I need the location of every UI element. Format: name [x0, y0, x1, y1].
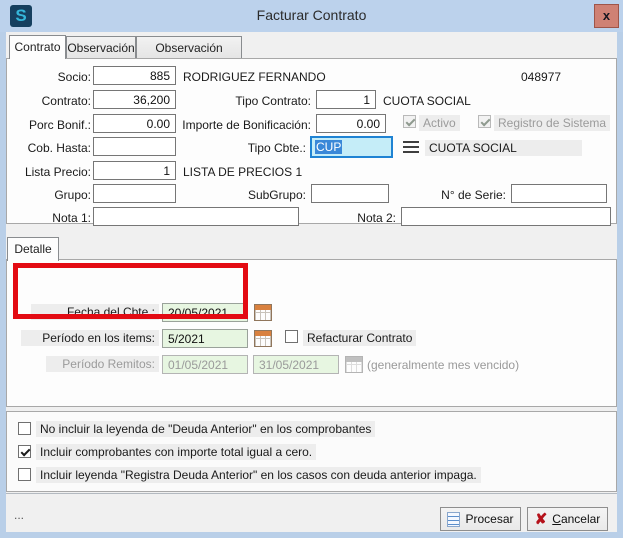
registro-sistema-checkbox: [478, 115, 491, 128]
periodo-remitos-from-input: [162, 355, 248, 374]
fecha-cbte-input[interactable]: [162, 303, 248, 322]
periodo-items-calendar-icon[interactable]: [254, 330, 272, 347]
socio-code-text: 048977: [521, 70, 561, 84]
contrato-panel: Socio: RODRIGUEZ FERNANDO 048977 Contrat…: [6, 58, 617, 224]
tipo-contrato-desc: CUOTA SOCIAL: [383, 94, 471, 108]
tab-observacion-factura[interactable]: Observación Factura: [136, 36, 242, 59]
option-incluir-leyenda-registra-label: Incluir leyenda "Registra Deuda Anterior…: [36, 467, 481, 483]
tipo-cbte-input[interactable]: CUP: [310, 136, 393, 158]
option-incluir-cero-checkbox[interactable]: [18, 445, 31, 458]
grupo-label: Grupo:: [11, 188, 91, 202]
dialog-body: Contrato Observación Observación Factura…: [6, 32, 617, 532]
periodo-remitos-label: Período Remitos:: [46, 356, 159, 372]
nota2-input[interactable]: [401, 207, 611, 226]
detalle-panel: Fecha del Cbte.: Período en los items: R…: [6, 259, 617, 407]
procesar-document-icon: [447, 512, 460, 527]
subgrupo-input[interactable]: [311, 184, 389, 203]
option-no-incluir-leyenda-label: No incluir la leyenda de "Deuda Anterior…: [36, 421, 375, 437]
contrato-input[interactable]: [93, 90, 176, 109]
close-icon[interactable]: x: [594, 4, 619, 28]
cob-hasta-input[interactable]: [93, 137, 176, 156]
procesar-button-label: Procesar: [465, 512, 513, 526]
socio-label: Socio:: [11, 70, 91, 84]
tab-detalle-label: Detalle: [14, 242, 51, 256]
periodo-remitos-to-input: [253, 355, 339, 374]
option-no-incluir-leyenda-checkbox[interactable]: [18, 422, 31, 435]
tab-observacion[interactable]: Observación: [66, 36, 136, 59]
nota2-label: Nota 2:: [316, 211, 396, 225]
nro-serie-label: N° de Serie:: [421, 188, 506, 202]
tipo-cbte-menu-icon[interactable]: [403, 141, 419, 153]
lista-precio-desc: LISTA DE PRECIOS 1: [183, 165, 302, 179]
tipo-cbte-selected-text: CUP: [315, 140, 342, 154]
socio-name-text: RODRIGUEZ FERNANDO: [183, 70, 326, 84]
tab-contrato-label: Contrato: [14, 40, 60, 54]
lista-precio-input[interactable]: [93, 161, 176, 180]
periodo-remitos-calendar-icon: [345, 356, 363, 373]
porc-bonif-label: Porc Bonif.:: [11, 118, 91, 132]
contrato-label: Contrato:: [11, 94, 91, 108]
registro-sistema-label: Registro de Sistema: [494, 115, 610, 131]
cancel-x-icon: ✘: [535, 512, 548, 527]
subgrupo-label: SubGrupo:: [226, 188, 306, 202]
dialog-title: Facturar Contrato: [0, 7, 623, 23]
refacturar-label: Refacturar Contrato: [303, 330, 416, 346]
option-incluir-cero-label: Incluir comprobantes con importe total i…: [36, 444, 316, 460]
periodo-items-input[interactable]: [162, 329, 248, 348]
status-text: ...: [14, 508, 24, 522]
facturar-contrato-dialog: S Facturar Contrato x Contrato Observaci…: [0, 0, 623, 538]
importe-bonif-input[interactable]: [316, 114, 386, 133]
tab-observacion-label: Observación: [67, 41, 134, 55]
refacturar-checkbox[interactable]: [285, 330, 298, 343]
nota1-label: Nota 1:: [11, 211, 91, 225]
cancelar-button[interactable]: ✘ Cancelar: [527, 507, 608, 531]
option-incluir-leyenda-registra-checkbox[interactable]: [18, 468, 31, 481]
nota1-input[interactable]: [93, 207, 299, 226]
activo-label: Activo: [419, 115, 460, 131]
lista-precio-label: Lista Precio:: [11, 165, 91, 179]
procesar-button[interactable]: Procesar: [440, 507, 521, 531]
grupo-input[interactable]: [93, 184, 176, 203]
titlebar: S Facturar Contrato x: [0, 0, 623, 32]
importe-bonif-label: Importe de Bonificación:: [151, 118, 311, 132]
socio-input[interactable]: [93, 66, 176, 85]
cancelar-button-label: Cancelar: [552, 512, 600, 526]
nro-serie-input[interactable]: [511, 184, 607, 203]
activo-checkbox: [403, 115, 416, 128]
options-panel: No incluir la leyenda de "Deuda Anterior…: [6, 411, 617, 492]
fecha-cbte-label: Fecha del Cbte.:: [31, 304, 159, 320]
fecha-cbte-calendar-icon[interactable]: [254, 304, 272, 321]
tipo-cbte-desc: CUOTA SOCIAL: [425, 140, 582, 156]
tab-contrato[interactable]: Contrato: [9, 35, 66, 59]
periodo-remitos-hint: (generalmente mes vencido): [367, 358, 519, 372]
footer-divider: [6, 493, 617, 494]
tipo-contrato-input[interactable]: [316, 90, 376, 109]
tipo-cbte-label: Tipo Cbte.:: [181, 141, 306, 155]
cob-hasta-label: Cob. Hasta:: [11, 141, 91, 155]
tipo-contrato-label: Tipo Contrato:: [181, 94, 311, 108]
periodo-items-label: Período en los items:: [21, 330, 159, 346]
tab-detalle[interactable]: Detalle: [7, 237, 59, 261]
